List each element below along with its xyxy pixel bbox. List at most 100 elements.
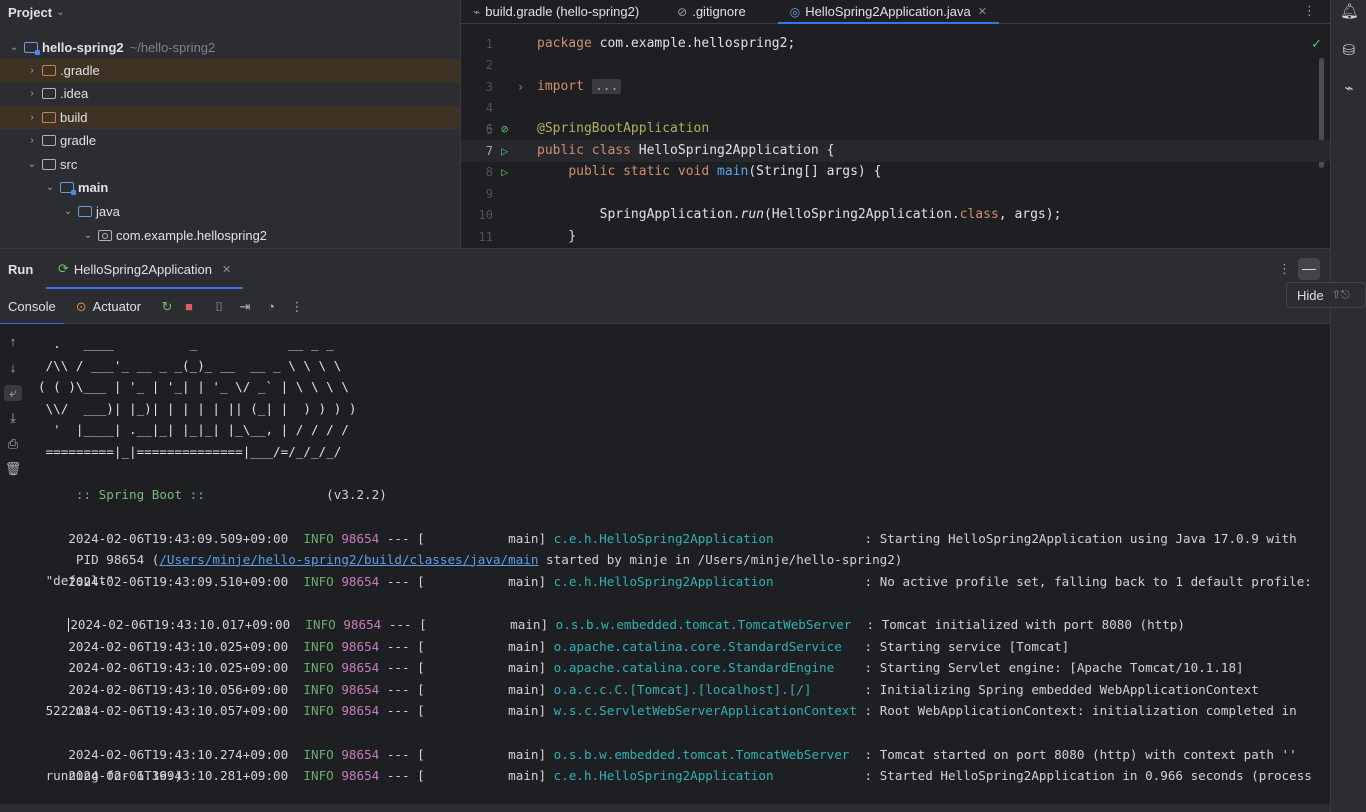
tab-build-gradle[interactable]: ⌁ build.gradle (hello-spring2)	[461, 0, 651, 23]
tree-item-package[interactable]: ⌄ com.example.hellospring2	[0, 224, 460, 247]
log-pid: 98654	[341, 702, 380, 718]
performance-gauge-icon[interactable]: ◔	[263, 299, 279, 314]
spring-boot-version: (v3.2.2)	[204, 486, 387, 502]
line-number: 7	[485, 143, 493, 158]
chevron-down-icon[interactable]: ⌄	[62, 206, 74, 217]
chevron-right-icon[interactable]: ›	[26, 65, 38, 76]
chevron-right-icon[interactable]: ›	[26, 88, 38, 99]
folded-imports[interactable]: ...	[591, 79, 622, 95]
line-number: 4	[485, 100, 493, 115]
chevron-right-icon[interactable]: ›	[26, 112, 38, 123]
log-continuation: 522 ms	[38, 703, 92, 718]
arrow-down-icon[interactable]: ↓	[4, 360, 22, 375]
run-gutter-icon[interactable]: ▷	[493, 165, 537, 179]
exit-icon[interactable]: ⇥	[237, 299, 253, 315]
chevron-down-icon[interactable]: ⌄	[44, 182, 56, 193]
tab-console[interactable]: Console	[0, 290, 64, 325]
code-line[interactable]: 10 SpringApplication. run (HelloSpring2App…	[461, 204, 1330, 226]
line-number: 8	[485, 164, 493, 179]
banner-line: =========|_|==============|___/=/_/_/_/	[38, 444, 342, 459]
tree-item-label: java	[96, 204, 120, 219]
code-line-current[interactable]: 7 ▷ public class HelloSpring2Application…	[461, 140, 1330, 162]
fold-chevron-icon[interactable]: ›	[493, 80, 537, 94]
tab-actuator[interactable]: ⊙ Actuator	[68, 290, 149, 324]
log-pid: 98654	[341, 573, 380, 589]
editor-tab-bar: ⌁ build.gradle (hello-spring2) ⊘ .gitign…	[461, 0, 1330, 24]
tree-item-path: ~/hello-spring2	[129, 40, 216, 55]
log-level: INFO	[303, 767, 334, 783]
log-logger: w.s.c.ServletWebServerApplicationContext	[553, 702, 857, 718]
soft-wrap-icon[interactable]: ⤶	[4, 385, 22, 401]
folder-icon	[42, 135, 56, 146]
notifications-bell-icon[interactable]: 🔔︎	[1340, 3, 1359, 21]
run-gutter-icon[interactable]: ▷	[493, 144, 537, 158]
database-icon[interactable]: ⛁	[1340, 42, 1358, 60]
tree-item-java[interactable]: ⌄ java	[0, 200, 460, 223]
folder-icon	[42, 88, 56, 99]
tree-item-build[interactable]: › build	[0, 106, 460, 129]
gradle-icon[interactable]: ⌁	[1340, 80, 1358, 98]
run-config-tab[interactable]: ⟳ HelloSpring2Application ✕	[46, 249, 244, 289]
rerun-icon[interactable]: ↻	[159, 299, 175, 315]
tab-hellospring2application[interactable]: ◎ HelloSpring2Application.java ✕	[777, 0, 1000, 24]
chevron-down-icon[interactable]: ⌄	[8, 42, 20, 53]
tree-item-src[interactable]: ⌄ src	[0, 153, 460, 176]
code-line[interactable]: 11 }	[461, 226, 1330, 248]
code-token: com.example.hellospring2;	[591, 36, 796, 52]
log-logger: c.e.h.HelloSpring2Application	[553, 767, 857, 783]
source-folder-icon	[78, 206, 92, 217]
code-line[interactable]: 9	[461, 183, 1330, 205]
log-level: INFO	[303, 573, 334, 589]
more-options-icon[interactable]: ⋮	[1278, 261, 1291, 277]
log-continuation: running for 1.369)	[38, 768, 183, 783]
code-token: import	[537, 79, 584, 95]
close-icon[interactable]: ✕	[222, 263, 231, 276]
chevron-down-icon[interactable]: ⌄	[26, 159, 38, 170]
tab-label: Console	[8, 299, 56, 314]
log-line: 2024-02-06T19:43:10.017+09:00 INFO 98654…	[38, 592, 1185, 633]
line-number: 1	[485, 36, 493, 51]
log-message: : Starting HelloSpring2Application using…	[856, 530, 1297, 546]
tab-label: HelloSpring2Application.java	[805, 4, 971, 19]
chevron-down-icon[interactable]: ⌄	[82, 230, 94, 241]
spring-boot-version-line: :: Spring Boot :: (v3.2.2)	[38, 462, 387, 502]
camera-icon[interactable]: ⌷	[211, 299, 227, 315]
tree-item-idea[interactable]: › .idea	[0, 82, 460, 105]
log-continuation: PID 98654 (/Users/minje/hello-spring2/bu…	[38, 527, 902, 567]
folder-icon	[42, 65, 56, 76]
tree-item-main[interactable]: ⌄ main	[0, 176, 460, 199]
log-message: : Root WebApplicationContext: initializa…	[856, 702, 1297, 718]
hide-button[interactable]: —	[1298, 258, 1320, 280]
code-line[interactable]: 1 package com.example.hellospring2;	[461, 33, 1330, 55]
code-line[interactable]: 3 › import ...	[461, 76, 1330, 98]
tree-item-hello-spring2[interactable]: ⌄ hello-spring2 ~/hello-spring2	[0, 36, 460, 59]
code-line[interactable]: 8 ▷ public static void main (String[] arg…	[461, 161, 1330, 183]
print-icon[interactable]: ⎙	[4, 436, 22, 452]
project-view-selector[interactable]: Project ⌄	[0, 0, 460, 24]
more-options-icon[interactable]: ⋮	[1303, 3, 1316, 19]
code-line[interactable]: 2	[461, 54, 1330, 76]
tree-item-gradle[interactable]: › gradle	[0, 129, 460, 152]
log-message: : Started HelloSpring2Application in 0.9…	[856, 767, 1312, 783]
console-output[interactable]: . ____ _ __ _ _ /\\ / ___'_ __ _ _(_)_ _…	[26, 324, 1330, 804]
code-line[interactable]: 6 ⊘ @SpringBootApplication	[461, 118, 1330, 140]
console-side-toolbar: ↑ ↓ ⤶ ⤓ ⎙ 🗑︎	[0, 324, 26, 812]
trash-icon[interactable]: 🗑︎	[4, 461, 22, 477]
log-level: INFO	[303, 702, 334, 718]
chevron-right-icon[interactable]: ›	[26, 135, 38, 146]
close-icon[interactable]: ✕	[978, 5, 987, 18]
tree-item-label: src	[60, 157, 78, 172]
arrow-up-icon[interactable]: ↑	[4, 334, 22, 349]
code-line[interactable]: 4	[461, 97, 1330, 119]
code-token: package	[537, 36, 592, 52]
spring-bean-gutter-icon[interactable]: ⊘	[493, 122, 537, 136]
tree-item-label: main	[78, 180, 109, 195]
banner-line: /\\ / ___'_ __ _ _(_)_ __ __ _ \ \ \ \	[38, 355, 342, 377]
tree-item-gradle-cache[interactable]: › .gradle	[0, 59, 460, 82]
folder-icon	[42, 112, 56, 123]
tab-gitignore[interactable]: ⊘ .gitignore	[651, 0, 758, 23]
more-options-icon[interactable]: ⋮	[289, 299, 305, 315]
code-editor: ⌁ build.gradle (hello-spring2) ⊘ .gitign…	[460, 0, 1330, 248]
stop-icon[interactable]: ■	[181, 299, 197, 314]
scroll-to-end-icon[interactable]: ⤓	[4, 410, 22, 426]
